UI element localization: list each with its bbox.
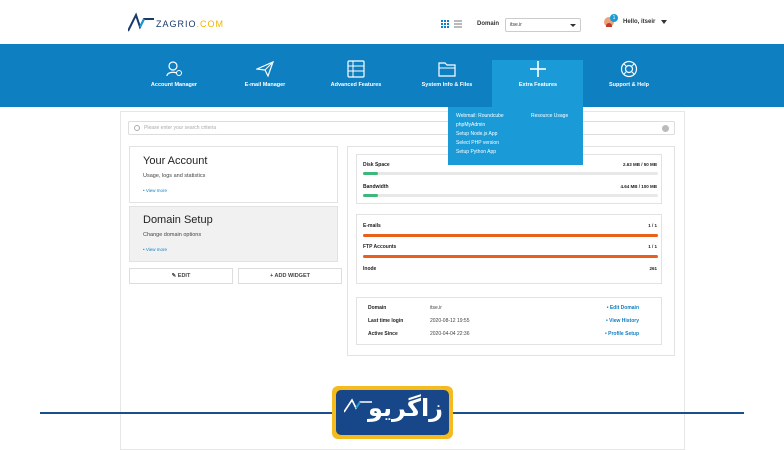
divider-right xyxy=(452,412,744,414)
dropdown-item-phpmyadmin[interactable]: phpMyAdmin xyxy=(456,122,485,128)
domain-setup-widget[interactable]: Domain Setup Change domain options • Vie… xyxy=(129,206,338,262)
profile-setup-link[interactable]: • Profile Setup xyxy=(605,331,639,337)
nav-email-manager[interactable]: E-mail Manager xyxy=(225,60,305,88)
info-row-active-since: Active Since 2020-04-04 22:36 • Profile … xyxy=(368,331,639,337)
account-subtitle: Usage, logs and statistics xyxy=(143,173,206,179)
dropdown-item-resource-usage[interactable]: Resource Usage xyxy=(531,113,568,119)
info-row-domain: Domain itse.ir • Edit Domain xyxy=(368,305,639,311)
search-placeholder: Please enter your search criteria xyxy=(144,125,216,131)
inode-label: Inode xyxy=(363,266,377,272)
account-view-more-link[interactable]: • View more xyxy=(143,188,167,193)
list-icon xyxy=(347,60,365,78)
dropdown-item-webmail[interactable]: Webmail: Roundcube xyxy=(456,113,504,119)
info-panel: Domain itse.ir • Edit Domain Last time l… xyxy=(356,297,662,345)
user-gear-icon xyxy=(166,61,182,77)
user-greeting: Hello, itseir xyxy=(623,19,656,25)
ftp-accounts-value: 1 / 1 xyxy=(648,244,657,249)
lifebuoy-icon xyxy=(620,60,638,78)
ftp-accounts-bar xyxy=(363,255,658,258)
search-icon xyxy=(134,125,140,131)
domain-value: itse.ir xyxy=(510,22,522,28)
domain-label: Domain xyxy=(477,21,500,27)
domain-setup-subtitle: Change domain options xyxy=(143,232,202,238)
domain-setup-title: Domain Setup xyxy=(143,214,213,226)
domain-select[interactable]: itse.ir xyxy=(505,18,581,32)
search-input[interactable]: Please enter your search criteria xyxy=(128,121,675,135)
notification-badge[interactable]: 1 xyxy=(610,14,618,22)
folder-icon xyxy=(438,62,456,77)
domain-setup-view-more-link[interactable]: • View more xyxy=(143,247,167,252)
account-title: Your Account xyxy=(143,155,208,167)
bandwidth-label: Bandwidth xyxy=(363,184,389,190)
extra-features-dropdown: Webmail: Roundcube phpMyAdmin Setup Node… xyxy=(448,107,583,165)
nav-system-info-files[interactable]: System Info & Files xyxy=(407,60,487,88)
paper-plane-icon xyxy=(256,60,274,78)
info-row-last-login: Last time login 2020-08-12 19:55 • View … xyxy=(368,318,639,324)
nav-advanced-features[interactable]: Advanced Features xyxy=(316,60,396,88)
edit-domain-link[interactable]: • Edit Domain xyxy=(607,305,639,311)
nav-extra-features[interactable]: Extra Features xyxy=(498,60,578,88)
plus-icon xyxy=(530,61,546,77)
your-account-widget[interactable]: Your Account Usage, logs and statistics … xyxy=(129,146,338,203)
top-bar: ZAGRIO.COM Domain itse.ir Hello, itseir … xyxy=(0,0,784,44)
grid-view-icon[interactable] xyxy=(441,20,449,28)
edit-button[interactable]: ✎ EDIT xyxy=(129,268,233,284)
chevron-down-icon xyxy=(661,20,668,24)
nav-account-manager[interactable]: Account Manager xyxy=(134,60,214,88)
bandwidth-value: 4.64 MB / 100 MB xyxy=(620,184,657,189)
inode-value: 261 xyxy=(649,266,657,271)
dropdown-item-php-version[interactable]: Select PHP version xyxy=(456,140,499,146)
logo[interactable]: ZAGRIO.COM xyxy=(128,10,224,36)
divider-left xyxy=(40,412,332,414)
disk-space-bar xyxy=(363,172,658,175)
dropdown-item-nodejs[interactable]: Setup Node.js App xyxy=(456,131,497,137)
chevron-down-icon xyxy=(570,24,576,27)
disk-space-label: Disk Space xyxy=(363,162,390,168)
dropdown-item-python[interactable]: Setup Python App xyxy=(456,149,496,155)
disk-space-value: 2.63 MB / 50 MB xyxy=(622,162,657,167)
view-toggle xyxy=(441,20,462,28)
counts-panel: E-mails 1 / 1 FTP Accounts 1 / 1 Inode 2… xyxy=(356,214,662,284)
clear-icon[interactable] xyxy=(662,125,669,132)
emails-value: 1 / 1 xyxy=(648,223,657,228)
list-view-icon[interactable] xyxy=(454,20,462,28)
brand-text: زاگریو xyxy=(368,394,443,422)
add-widget-button[interactable]: + ADD WIDGET xyxy=(238,268,342,284)
logo-text: ZAGRIO.COM xyxy=(156,19,225,29)
logo-mark-icon xyxy=(128,12,154,32)
bandwidth-bar xyxy=(363,194,658,197)
ftp-accounts-label: FTP Accounts xyxy=(363,244,397,250)
nav-support-help[interactable]: Support & Help xyxy=(589,60,669,88)
emails-bar xyxy=(363,234,658,237)
view-history-link[interactable]: • View History xyxy=(606,318,639,324)
emails-label: E-mails xyxy=(363,223,381,229)
